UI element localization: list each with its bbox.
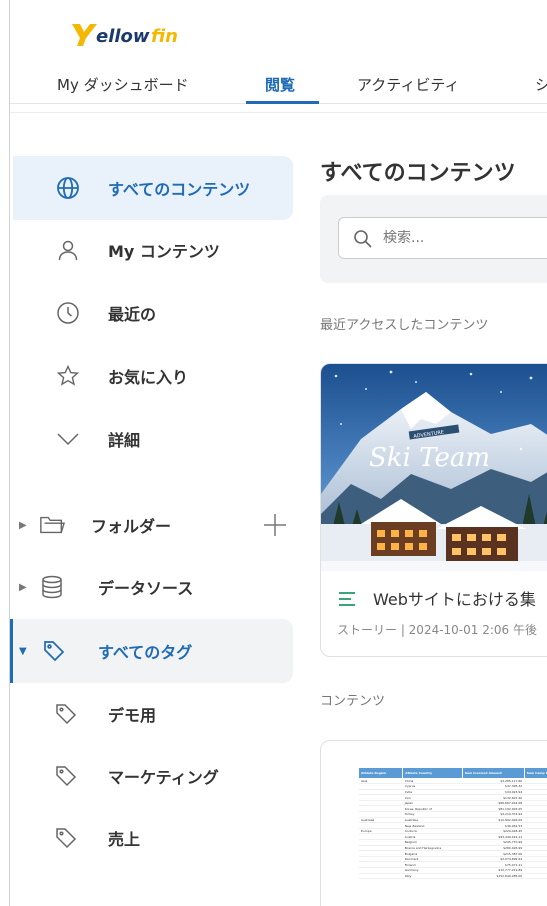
content-section-label: コンテンツ (320, 694, 386, 709)
table-header: Sum Invoiced Amount (462, 768, 525, 778)
tree-item-data-sources[interactable]: ▶ データソース (13, 556, 293, 618)
tab-my-dashboard[interactable]: My ダッシュボード (57, 74, 189, 95)
clock-icon (55, 300, 81, 326)
tag-item-label: 売上 (108, 830, 141, 849)
sidebar-item-label: 最近の (108, 305, 157, 324)
tag-icon (53, 825, 79, 851)
tag-icon (53, 701, 79, 727)
tree-item-folders[interactable]: ▶ フォルダー (13, 494, 293, 556)
sidebar-item-label: 詳細 (108, 431, 141, 450)
tree-item-label: フォルダー (91, 517, 172, 536)
sidebar-item-label: お気に入り (108, 368, 189, 387)
tag-item-demo[interactable]: デモ用 (13, 683, 293, 745)
tab-more[interactable]: シ (535, 74, 547, 95)
star-icon (55, 363, 81, 389)
svg-text:fin: fin (151, 26, 178, 47)
tree-item-all-tags[interactable]: ▼ すべてのタグ (13, 619, 293, 683)
table-cell (524, 873, 547, 880)
tree-item-label: すべてのタグ (98, 643, 193, 662)
tab-browse[interactable]: 閲覧 (265, 74, 295, 95)
table-header: Athlete Country (402, 768, 463, 778)
search-panel (320, 195, 547, 283)
yellowfin-logo[interactable]: ellow fin (70, 18, 182, 48)
sidebar-item-recent[interactable]: 最近の (13, 281, 293, 345)
user-icon (55, 237, 81, 263)
sidebar-item-label: My コンテンツ (108, 242, 220, 261)
tag-item-marketing[interactable]: マーケティング (13, 745, 293, 807)
sidebar-item-label: すべてのコンテンツ (108, 180, 251, 199)
table-cell (359, 873, 403, 880)
card-title: Webサイトにおける集 (373, 590, 536, 609)
search-input[interactable] (383, 226, 547, 250)
search-box[interactable] (338, 217, 547, 259)
sidebar-item-more[interactable]: 詳細 (13, 407, 293, 471)
tab-activity[interactable]: アクティビティ (357, 74, 459, 95)
card-thumbnail: ADVENTURE Ski Team (321, 364, 547, 571)
database-icon (39, 574, 65, 600)
nav-divider (10, 112, 547, 113)
tag-item-label: マーケティング (108, 768, 219, 787)
collapse-arrow-icon[interactable]: ▼ (19, 646, 27, 657)
recent-content-card[interactable]: ADVENTURE Ski Team Webサイトにおける集 ストーリー | 2… (320, 363, 547, 657)
svg-text:ellow: ellow (96, 26, 150, 47)
recent-section-label: 最近アクセスしたコンテンツ (320, 318, 489, 333)
card-meta: ストーリー | 2024-10-01 2:06 午後 (337, 623, 537, 637)
tag-icon (53, 763, 79, 789)
search-icon (354, 230, 372, 248)
sidebar-item-all-content[interactable]: すべてのコンテンツ (13, 156, 293, 220)
plus-icon (264, 514, 286, 536)
chevron-down-icon (55, 426, 81, 452)
table-header: Sum Camp Fee (524, 768, 547, 778)
active-tab-indicator (246, 101, 319, 104)
tag-icon (41, 638, 67, 664)
tree-item-label: データソース (98, 579, 194, 598)
globe-icon (55, 175, 81, 201)
folder-icon (39, 512, 65, 538)
app-frame: ellow fin My ダッシュボード 閲覧 アクティビティ シ すべてのコン… (9, 0, 547, 906)
tag-item-sales[interactable]: 売上 (13, 807, 293, 869)
report-table-thumbnail: Athlete Region Athlete Country Sum Invoi… (359, 768, 547, 880)
content-card[interactable]: Athlete Region Athlete Country Sum Invoi… (320, 740, 547, 906)
add-folder-button[interactable] (262, 512, 288, 538)
sidebar-item-favorites[interactable]: お気に入り (13, 344, 293, 408)
tag-item-label: デモ用 (108, 706, 157, 725)
expand-arrow-icon[interactable]: ▶ (19, 582, 27, 593)
table-row: Italy $152,840,285.00 (359, 873, 547, 880)
logo-wordmark: ellow fin (72, 24, 178, 47)
table-header: Athlete Region (359, 768, 404, 778)
table-cell: Italy (402, 873, 463, 880)
sidebar-item-my-content[interactable]: My コンテンツ (13, 218, 293, 282)
table-cell: $152,840,285.00 (462, 873, 525, 880)
card-image-text: Ski Team (369, 443, 490, 473)
story-icon (339, 592, 355, 606)
page-title: すべてのコンテンツ (320, 161, 516, 186)
expand-arrow-icon[interactable]: ▶ (19, 520, 27, 531)
top-nav: My ダッシュボード 閲覧 アクティビティ シ (10, 62, 547, 104)
